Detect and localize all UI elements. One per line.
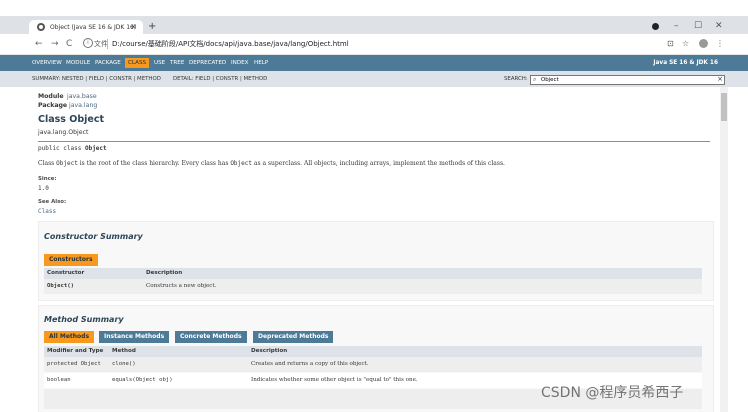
scrollbar-thumb[interactable] <box>721 93 727 121</box>
forward-icon[interactable]: → <box>51 37 59 51</box>
globe-icon <box>37 23 45 31</box>
package-label: Package <box>38 102 68 109</box>
constructor-summary-section: Constructor Summary Constructors Constru… <box>38 221 714 301</box>
address-scheme-label: 文件 <box>94 40 108 48</box>
tab-close-icon[interactable]: × <box>130 21 137 33</box>
module-label: Module <box>38 93 64 100</box>
nav-help[interactable]: HELP <box>254 55 268 71</box>
search-clear-icon[interactable]: × <box>717 75 723 84</box>
search-label: SEARCH: <box>504 76 528 82</box>
summary-links[interactable]: SUMMARY: NESTED | FIELD | CONSTR | METHO… <box>32 71 161 87</box>
column-header: Modifier and Type <box>47 348 104 354</box>
column-header: Description <box>146 270 183 276</box>
browser-menu-icon[interactable]: ⋮ <box>716 38 724 50</box>
javadoc-content: Module java.base Package java.lang Class… <box>0 87 720 412</box>
tab-concrete-methods[interactable]: Concrete Methods <box>175 331 247 343</box>
nav-package[interactable]: PACKAGE <box>95 55 121 71</box>
method-link[interactable]: equals(Object obj) <box>112 373 173 388</box>
method-description: Creates and returns a copy of this objec… <box>251 361 369 367</box>
incognito-icon[interactable] <box>652 23 659 30</box>
address-url[interactable]: D:/course/基础阶段/API文档/docs/api/java.base/… <box>112 38 349 50</box>
search-input[interactable]: ⌕ Object × <box>530 75 725 85</box>
method-description: Indicates whether some other object is "… <box>251 377 418 383</box>
page-title: Class Object <box>38 114 105 125</box>
tab-strip: Object (Java SE 16 & JDK 16) × + – ☐ ✕ <box>0 0 748 34</box>
column-header: Description <box>251 348 288 354</box>
see-also-link[interactable]: Class <box>38 208 56 215</box>
search-icon: ⌕ <box>533 76 537 83</box>
translate-icon[interactable]: ⊡ <box>667 38 674 50</box>
header-divider <box>38 141 710 142</box>
inheritance-tree: java.lang.Object <box>38 129 89 136</box>
see-also-label: See Also: <box>38 199 67 205</box>
since-label: Since: <box>38 176 57 182</box>
new-tab-icon[interactable]: + <box>148 20 156 34</box>
constructor-summary-title: Constructor Summary <box>44 232 143 241</box>
column-header: Constructor <box>47 270 85 276</box>
javadoc-sub-nav: SUMMARY: NESTED | FIELD | CONSTR | METHO… <box>0 71 748 87</box>
detail-links[interactable]: DETAIL: FIELD | CONSTR | METHOD <box>173 71 267 87</box>
bookmark-star-icon[interactable]: ☆ <box>682 38 689 50</box>
constructors-caption: Constructors <box>44 254 98 266</box>
nav-module[interactable]: MODULE <box>66 55 90 71</box>
minimize-icon[interactable]: – <box>674 19 679 33</box>
desc-part: as a superclass. All objects, including … <box>252 160 505 167</box>
declaration-name: Object <box>84 145 107 152</box>
since-value: 1.0 <box>38 185 49 192</box>
nav-deprecated[interactable]: DEPRECATED <box>189 55 226 71</box>
javadoc-top-nav: OVERVIEW MODULE PACKAGE CLASS USE TREE D… <box>0 55 748 71</box>
constructor-link[interactable]: Object() <box>47 279 74 294</box>
method-table-header: Modifier and Type Method Description <box>44 346 702 357</box>
info-icon[interactable]: i <box>83 38 93 48</box>
search-value: Object <box>541 77 559 83</box>
back-icon[interactable]: ← <box>35 37 43 51</box>
module-link[interactable]: java.base <box>67 93 97 100</box>
browser-window: Object (Java SE 16 & JDK 16) × + – ☐ ✕ ←… <box>0 0 748 412</box>
constructor-description: Constructs a new object. <box>146 283 217 289</box>
java-version-label: Java SE 16 & JDK 16 <box>653 60 718 66</box>
restore-icon[interactable]: ☐ <box>694 19 702 33</box>
tab-deprecated-methods[interactable]: Deprecated Methods <box>253 331 334 343</box>
tab-instance-methods[interactable]: Instance Methods <box>99 331 170 343</box>
tab-all-methods[interactable]: All Methods <box>44 331 95 343</box>
class-declaration: public class Object <box>38 145 107 152</box>
desc-part: is the root of the class hierarchy. Ever… <box>77 160 231 167</box>
address-separator <box>107 39 108 49</box>
table-row: protected Object clone() Creates and ret… <box>44 357 702 372</box>
nav-index[interactable]: INDEX <box>231 55 249 71</box>
window-close-icon[interactable]: ✕ <box>715 19 723 33</box>
nav-use[interactable]: USE <box>154 55 165 71</box>
method-modifier: protected Object <box>47 361 101 367</box>
vertical-scrollbar[interactable] <box>720 87 728 412</box>
declaration-prefix: public class <box>38 145 85 152</box>
desc-code: Object <box>56 160 78 167</box>
package-link[interactable]: java.lang <box>69 102 97 109</box>
nav-overview[interactable]: OVERVIEW <box>32 55 62 71</box>
method-link[interactable]: clone() <box>112 357 136 372</box>
constructor-table-header: Constructor Description <box>44 268 702 279</box>
tab-title: Object (Java SE 16 & JDK 16) <box>50 23 137 31</box>
browser-tab-active[interactable]: Object (Java SE 16 & JDK 16) × <box>29 20 143 34</box>
profile-avatar-icon[interactable] <box>699 39 708 48</box>
method-summary-title: Method Summary <box>44 315 124 324</box>
watermark: CSDN @程序员希西子 <box>541 385 684 401</box>
method-modifier: boolean <box>47 377 71 383</box>
reload-icon[interactable]: C <box>66 37 72 51</box>
nav-tree[interactable]: TREE <box>170 55 184 71</box>
desc-code: Object <box>230 160 252 167</box>
desc-part: Class <box>38 160 57 167</box>
column-header: Method <box>112 348 136 354</box>
nav-class[interactable]: CLASS <box>125 58 150 68</box>
table-row: Object() Constructs a new object. <box>44 279 702 294</box>
address-toolbar: ← → C i 文件 D:/course/基础阶段/API文档/docs/api… <box>0 34 748 55</box>
class-description: Class Object is the root of the class hi… <box>38 160 505 167</box>
